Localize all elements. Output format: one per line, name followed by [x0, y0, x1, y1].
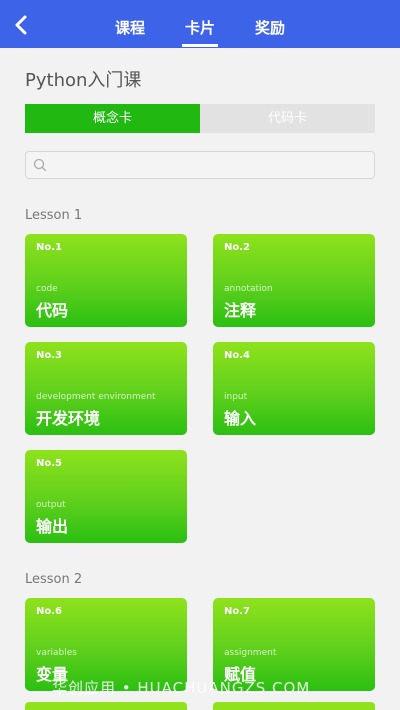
- card-number: No.6: [36, 606, 62, 617]
- card-english-term: output: [36, 500, 66, 510]
- search-icon: [33, 158, 47, 172]
- card-number: No.4: [224, 350, 250, 361]
- card-chinese-term: 输入: [224, 409, 257, 428]
- concept-card-partial[interactable]: [25, 702, 187, 710]
- card-number: No.1: [36, 242, 62, 253]
- tab-courses[interactable]: 课程: [100, 17, 160, 38]
- tab-cards[interactable]: 卡片: [170, 17, 230, 38]
- card-english-term: code: [36, 284, 58, 294]
- search-input[interactable]: [52, 155, 368, 175]
- next-row-cards-partial: [25, 702, 375, 710]
- concept-card-partial[interactable]: [213, 702, 375, 710]
- card-english-term: development environment: [36, 392, 156, 402]
- segment-code-cards[interactable]: 代码卡: [200, 104, 375, 133]
- top-tabs: 课程 卡片 奖励: [0, 0, 400, 48]
- segment-concept-cards[interactable]: 概念卡: [25, 104, 200, 133]
- card-number: No.7: [224, 606, 250, 617]
- card-english-term: input: [224, 392, 248, 402]
- lesson-heading: Lesson 1: [25, 208, 83, 223]
- card-english-term: assignment: [224, 648, 277, 658]
- concept-card[interactable]: No.4 input 输入: [213, 342, 375, 435]
- card-english-term: annotation: [224, 284, 273, 294]
- concept-card[interactable]: No.2 annotation 注释: [213, 234, 375, 327]
- search-box[interactable]: [25, 151, 375, 179]
- concept-card[interactable]: No.3 development environment 开发环境: [25, 342, 187, 435]
- watermark: 华创应用 • HUACHUANGZS.COM: [52, 679, 311, 697]
- active-tab-indicator: [182, 44, 218, 47]
- card-type-segmented-control: 概念卡 代码卡: [25, 104, 375, 133]
- card-chinese-term: 代码: [36, 301, 69, 320]
- lesson-heading: Lesson 2: [25, 572, 83, 587]
- card-number: No.2: [224, 242, 250, 253]
- tab-rewards[interactable]: 奖励: [240, 17, 300, 38]
- concept-card[interactable]: No.1 code 代码: [25, 234, 187, 327]
- card-chinese-term: 输出: [36, 517, 69, 536]
- card-number: No.3: [36, 350, 62, 361]
- concept-card[interactable]: No.5 output 输出: [25, 450, 187, 543]
- page-title: Python入门课: [25, 70, 142, 91]
- card-number: No.5: [36, 458, 62, 469]
- top-navigation-bar: 课程 卡片 奖励: [0, 0, 400, 48]
- card-english-term: variables: [36, 648, 77, 658]
- card-chinese-term: 开发环境: [36, 409, 101, 428]
- card-chinese-term: 注释: [224, 301, 257, 320]
